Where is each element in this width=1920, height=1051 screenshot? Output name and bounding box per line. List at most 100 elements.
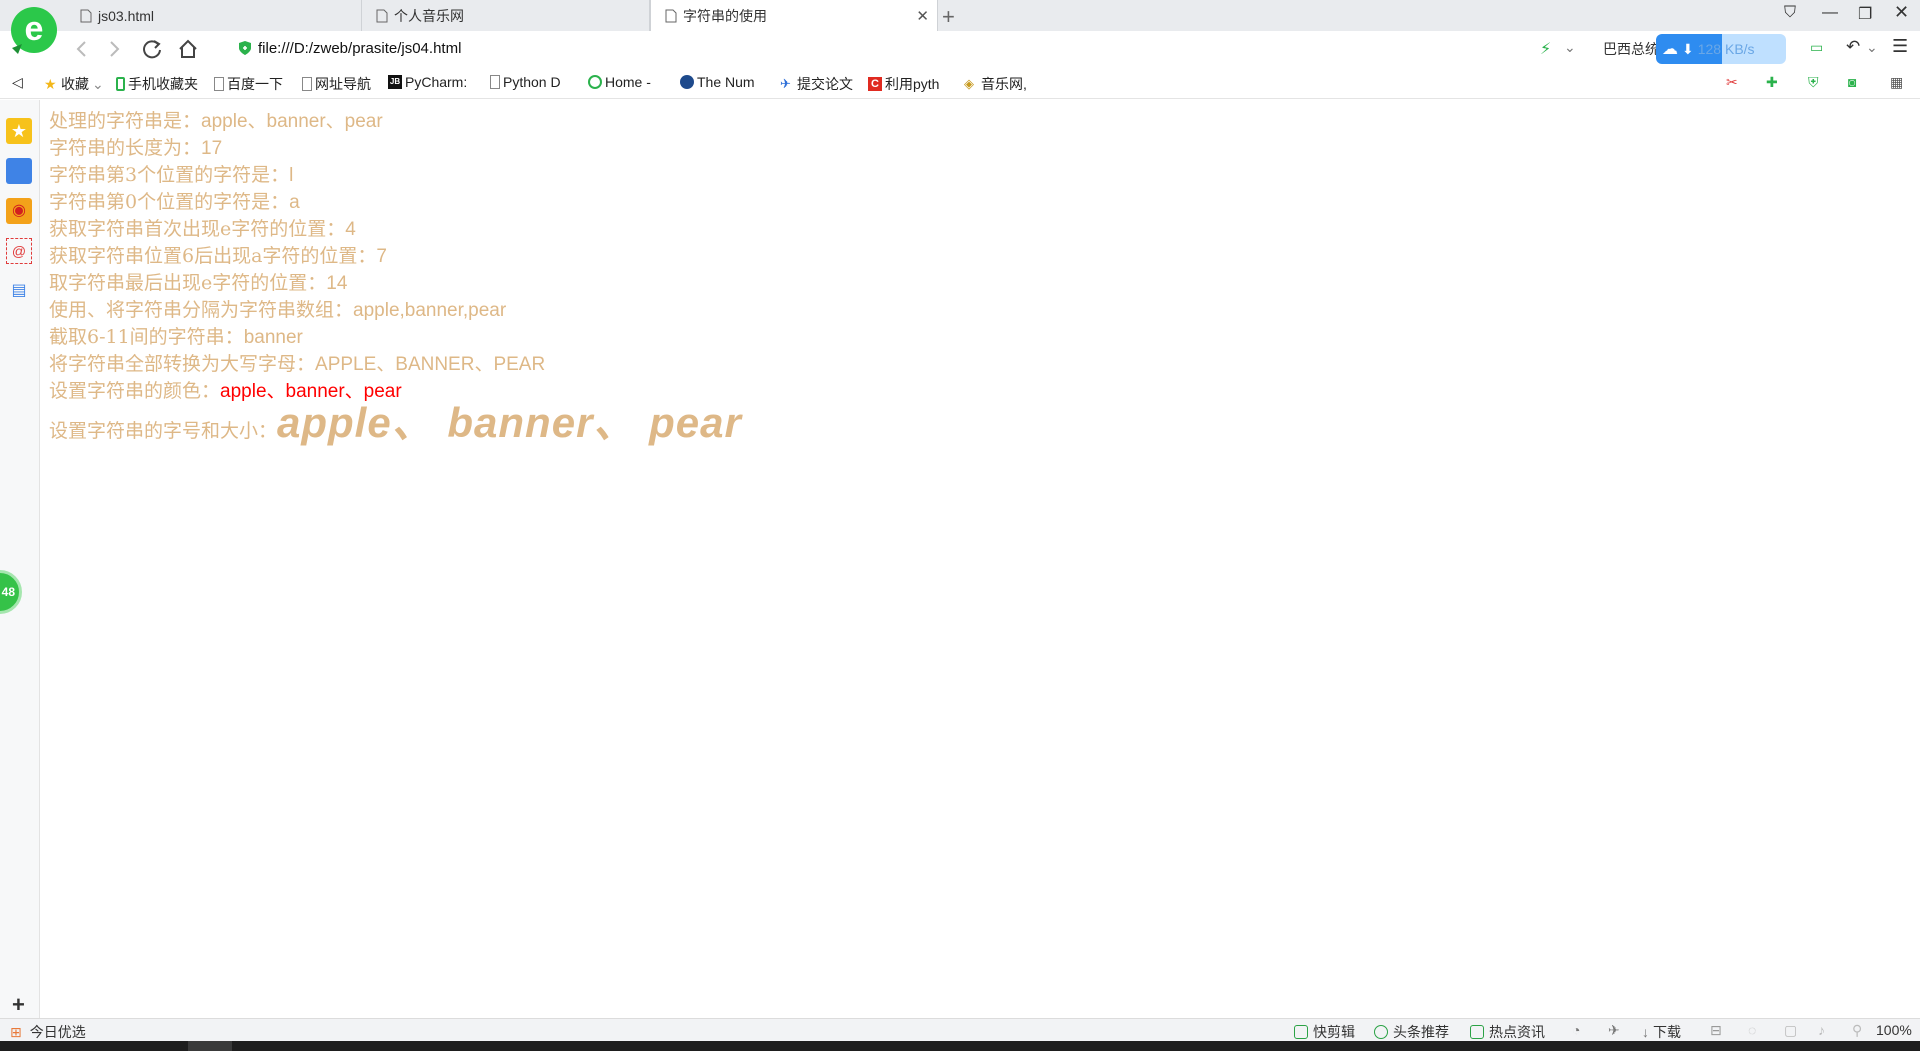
zoom-icon[interactable]: ⚲ (1852, 1022, 1862, 1039)
weibo-icon[interactable]: ◉ (6, 198, 32, 224)
svg-text:e: e (25, 10, 44, 48)
tab-music-site[interactable]: 个人音乐网 (362, 0, 650, 31)
video-icon (1294, 1025, 1308, 1039)
url-input[interactable]: file:///D:/zweb/prasite/js04.html (258, 40, 461, 57)
headline-recommend[interactable]: 头条推荐 (1374, 1022, 1449, 1042)
tab-strip: e js03.html 个人音乐网 字符串的使用 ✕ + ⛉ — ❐ ✕ (0, 0, 1920, 54)
hot-news[interactable]: 热点资讯 (1470, 1022, 1545, 1042)
download-speed-badge[interactable]: ☁ ⬇ 128 KB/s (1656, 34, 1786, 64)
shield-check-icon[interactable]: ⛨ (1808, 74, 1819, 91)
output-line-char-3: 字符串第3个位置的字符是：l (49, 164, 294, 186)
bookmark-music-site[interactable]: ◈ 音乐网, (964, 74, 1027, 94)
shirt-icon[interactable]: ⛉ (1784, 4, 1796, 22)
output-line-uppercase: 将字符串全部转换为大写字母：APPLE、BANNER、PEAR (49, 353, 546, 375)
reload-icon (143, 40, 161, 59)
volume-icon[interactable]: ♪ (1818, 1022, 1825, 1038)
chevron-left-icon (76, 41, 86, 57)
bookmarks-bar: ◁ ★ 收藏 ⌄ 手机收藏夹 百度一下 网址导航 JB PyCharm: Pyth… (0, 68, 1920, 99)
paper-icon: ✈ (780, 76, 791, 91)
bookmark-mobile[interactable]: 手机收藏夹 (116, 74, 198, 94)
cloud-icon: ☁ (1662, 41, 1678, 58)
browser-logo-icon[interactable]: e (8, 4, 60, 58)
tab-js03[interactable]: js03.html (66, 0, 362, 31)
taskbar (0, 1041, 1920, 1051)
chevron-right-icon (110, 41, 120, 57)
page-icon (376, 9, 388, 22)
bookmark-nav[interactable]: 网址导航 (302, 74, 371, 94)
csdn-icon: C (868, 77, 882, 91)
undo-icon[interactable]: ↶ (1846, 37, 1860, 57)
restore-button[interactable]: ❐ (1858, 4, 1872, 24)
grid-icon[interactable]: ▦ (1890, 74, 1903, 91)
tab-label: 个人音乐网 (394, 7, 464, 24)
tab-label: js03.html (98, 7, 155, 24)
bookmark-csdn[interactable]: C 利用pyth (868, 74, 939, 94)
play-icon (1374, 1025, 1388, 1039)
quick-edit[interactable]: 快剪辑 (1294, 1022, 1355, 1042)
window-icon[interactable]: ▢ (1784, 1022, 1797, 1039)
home-button[interactable] (176, 37, 200, 61)
output-line-split: 使用、将字符串分隔为字符串数组：apple,banner,pear (49, 299, 507, 321)
search-hint[interactable]: 巴西总统 (1603, 39, 1659, 59)
bookmark-favorites[interactable]: ★ 收藏 ⌄ (44, 74, 104, 94)
page-icon (214, 77, 224, 91)
new-tab-button[interactable]: + (942, 4, 955, 30)
bookmark-python-docs[interactable]: Python D (490, 74, 561, 90)
news-icon (1470, 1025, 1484, 1039)
jetbrains-icon: JB (388, 75, 402, 89)
battery-icon[interactable]: ▭ (1810, 39, 1823, 56)
download-arrow-icon: ↓ (1642, 1024, 1649, 1040)
lightning-icon[interactable]: ⚡ (1540, 39, 1551, 59)
numpy-icon (680, 75, 694, 89)
news-icon[interactable] (6, 158, 32, 184)
bookmark-pycharm[interactable]: JB PyCharm: (388, 74, 467, 90)
download-arrow-icon: ⬇ (1682, 40, 1694, 57)
clean-icon[interactable]: ◌ (1748, 1022, 1756, 1038)
document-icon[interactable]: ▤ (6, 278, 32, 304)
output-line-last-e: 取字符串最后出现e字符的位置：14 (49, 272, 348, 294)
add-user-icon[interactable]: ✚ (1766, 74, 1778, 91)
zoom-level[interactable]: 100% (1876, 1022, 1912, 1038)
bookmark-home[interactable]: Home - (588, 74, 651, 90)
output-line-length: 字符串的长度为：17 (49, 137, 223, 159)
output-line-substring: 截取6-11间的字符串：banner (49, 326, 303, 348)
downloads[interactable]: ↓ 下载 (1642, 1022, 1681, 1042)
home-icon (179, 39, 197, 58)
address-bar: file:///D:/zweb/prasite/js04.html ⚡ ⌄ 巴西… (0, 31, 1920, 68)
page-icon (490, 75, 500, 89)
star-icon: ★ (44, 76, 57, 92)
page-icon (302, 77, 312, 91)
close-icon[interactable]: ✕ (916, 7, 929, 25)
output-line-char-0: 字符串第0个位置的字符是：a (49, 191, 300, 213)
chevron-down-icon[interactable]: ⌄ (1564, 39, 1576, 56)
back-button[interactable] (70, 37, 94, 61)
speed-icon[interactable]: ◔ (1572, 1022, 1580, 1038)
output-line-a-after-6: 获取字符串位置6后出现a字符的位置：7 (49, 245, 387, 267)
collapse-sidebar-button[interactable]: ◁ (12, 74, 23, 91)
forward-button[interactable] (102, 37, 126, 61)
taskbar-item[interactable] (188, 1041, 232, 1051)
today-picks[interactable]: ⊞ 今日优选 (10, 1022, 86, 1042)
menu-icon[interactable]: ☰ (1892, 36, 1908, 57)
bookmark-submit-paper[interactable]: ✈ 提交论文 (780, 74, 853, 94)
page-content: 处理的字符串是：apple、banner、pear 字符串的长度为：17 字符串… (49, 108, 742, 445)
close-window-button[interactable]: ✕ (1894, 2, 1909, 23)
bookmark-numpy[interactable]: The Num (680, 74, 755, 90)
minimize-button[interactable]: — (1822, 4, 1838, 22)
star-icon[interactable]: ★ (6, 118, 32, 144)
bookmark-baidu[interactable]: 百度一下 (214, 74, 283, 94)
gamepad-icon[interactable]: ◙ (1848, 74, 1856, 90)
reload-button[interactable] (140, 37, 164, 61)
music-icon: ◈ (964, 76, 974, 91)
output-line-first-e: 获取字符串首次出现e字符的位置：4 (49, 218, 356, 240)
add-sidebar-item-button[interactable]: + (12, 992, 25, 1018)
screenshot-icon[interactable]: ⊟ (1710, 1022, 1722, 1039)
shield-icon (239, 41, 251, 55)
mail-icon[interactable]: @ (6, 238, 32, 264)
chevron-down-icon[interactable]: ⌄ (1866, 39, 1878, 56)
download-speed: 128 KB/s (1697, 41, 1755, 57)
status-bar: ⊞ 今日优选 快剪辑 头条推荐 热点资讯 ◔ ✈ ↓ 下载 ⊟ ◌ ▢ ♪ ⚲ … (0, 1018, 1920, 1041)
tab-string-usage[interactable]: 字符串的使用 ✕ (650, 0, 938, 31)
scissors-icon[interactable]: ✂ (1726, 74, 1738, 91)
pin-icon[interactable]: ✈ (1608, 1022, 1620, 1039)
